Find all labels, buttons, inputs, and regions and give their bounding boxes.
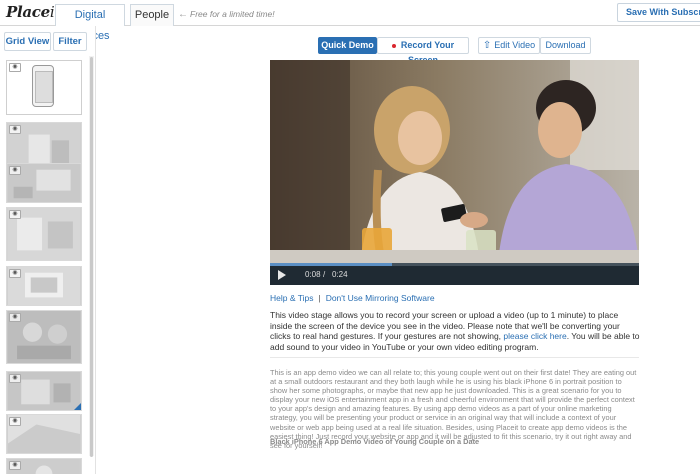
- record-dot-icon: [391, 43, 396, 48]
- thumbnail-video-5[interactable]: ◉: [6, 266, 82, 306]
- grid-view-button[interactable]: Grid View: [4, 32, 51, 51]
- camera-icon: ◉: [9, 210, 21, 219]
- no-mirroring-link[interactable]: Don't Use Mirroring Software: [326, 293, 435, 303]
- current-time: 0:08: [305, 270, 321, 279]
- please-click-here-link[interactable]: please click here: [503, 331, 566, 341]
- camera-icon: ◉: [9, 374, 21, 383]
- tab-people[interactable]: People: [130, 4, 174, 26]
- camera-icon: ◉: [9, 166, 21, 175]
- upload-arrow-icon: ⇧: [482, 40, 492, 51]
- help-tips-link[interactable]: Help & Tips: [270, 293, 313, 303]
- quick-demo-button[interactable]: Quick Demo: [318, 37, 377, 54]
- phone-mockup-icon: [32, 65, 54, 107]
- link-separator: |: [318, 293, 321, 303]
- template-sidebar: Grid View Filter ◉ ◉ ◉ ◉ ◉ ◉ ◉ ◉ ◉: [0, 26, 96, 474]
- arrow-left-icon: ←: [178, 9, 188, 20]
- tab-digital-devices[interactable]: Digital Devices: [55, 4, 125, 42]
- video-frame: [270, 60, 639, 264]
- divider: [270, 357, 639, 358]
- thumbnail-video-8[interactable]: ◉: [6, 414, 82, 454]
- video-title: Black iPhone 6 App Demo Video of Young C…: [270, 437, 480, 446]
- camera-icon: ◉: [9, 63, 21, 72]
- camera-icon: ◉: [9, 313, 21, 322]
- record-screen-button[interactable]: Record Your Screen: [377, 37, 469, 65]
- top-bar: Placeit Digital Devices People ←Free for…: [0, 0, 700, 42]
- time-separator: /: [323, 270, 326, 279]
- stage-description: This video stage allows you to record yo…: [270, 310, 640, 352]
- thumbnail-video-3[interactable]: ◉: [6, 163, 82, 203]
- duration: 0:24: [332, 270, 348, 279]
- filter-button[interactable]: Filter: [53, 32, 87, 51]
- save-with-subscription-button[interactable]: Save With Subscription: [617, 3, 700, 22]
- edit-video-label: Edit Video: [494, 40, 536, 50]
- thumbnail-video-7[interactable]: ◉: [6, 371, 82, 411]
- progress-fill: [270, 263, 392, 266]
- video-controls: [270, 263, 639, 285]
- placeit-logo[interactable]: Placeit: [6, 3, 60, 21]
- thumbnail-video-9[interactable]: ◉: [6, 458, 82, 474]
- help-links: Help & Tips | Don't Use Mirroring Software: [270, 293, 435, 303]
- promo-note-text: Free for a limited time!: [190, 9, 275, 19]
- video-player[interactable]: 0:08 / 0:24: [270, 60, 639, 285]
- thumbnail-video-4[interactable]: ◉: [6, 207, 82, 261]
- thumbnail-video-6[interactable]: ◉: [6, 310, 82, 364]
- camera-icon: ◉: [9, 269, 21, 278]
- play-icon[interactable]: [278, 270, 286, 280]
- selected-corner-marker: [74, 403, 81, 410]
- promo-note: ← Free for a limited time!: [178, 9, 275, 20]
- camera-icon: ◉: [9, 417, 21, 426]
- thumbnail-phone-mockup[interactable]: ◉: [6, 60, 82, 115]
- camera-icon: ◉: [9, 125, 21, 134]
- logo-main: Place: [6, 3, 50, 21]
- sidebar-scrollbar-thumb[interactable]: [90, 57, 93, 457]
- download-button[interactable]: Download: [540, 37, 591, 54]
- camera-icon: ◉: [9, 461, 21, 470]
- edit-video-button[interactable]: ⇧ Edit Video: [478, 37, 540, 54]
